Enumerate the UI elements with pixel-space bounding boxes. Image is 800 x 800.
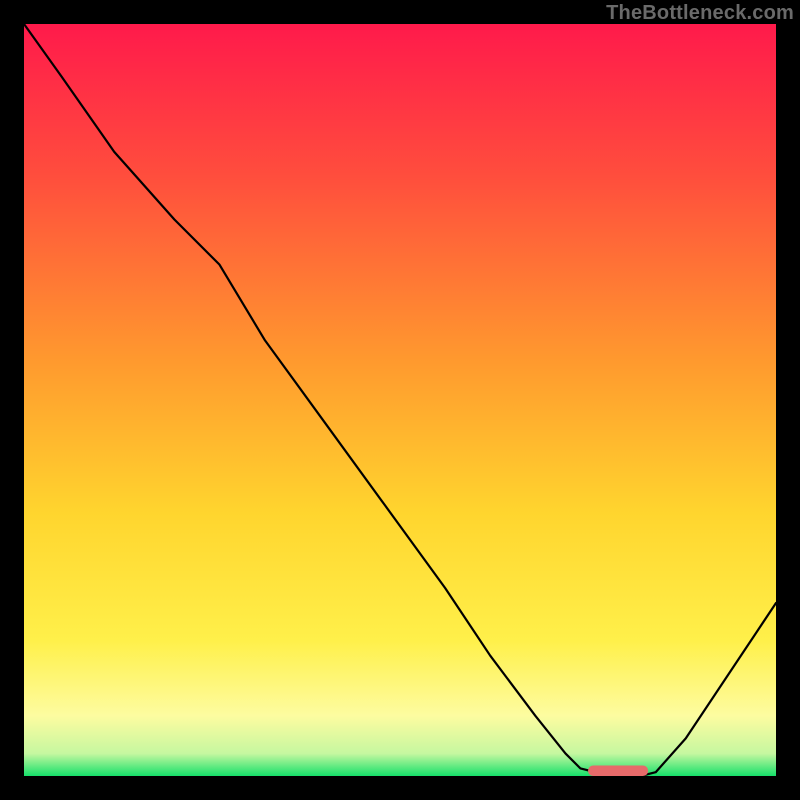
marker-layer <box>588 765 648 776</box>
watermark-text: TheBottleneck.com <box>606 2 794 25</box>
plot-frame <box>24 24 776 776</box>
bottleneck-chart <box>24 24 776 776</box>
gradient-background <box>24 24 776 776</box>
optimal-range <box>588 765 648 776</box>
